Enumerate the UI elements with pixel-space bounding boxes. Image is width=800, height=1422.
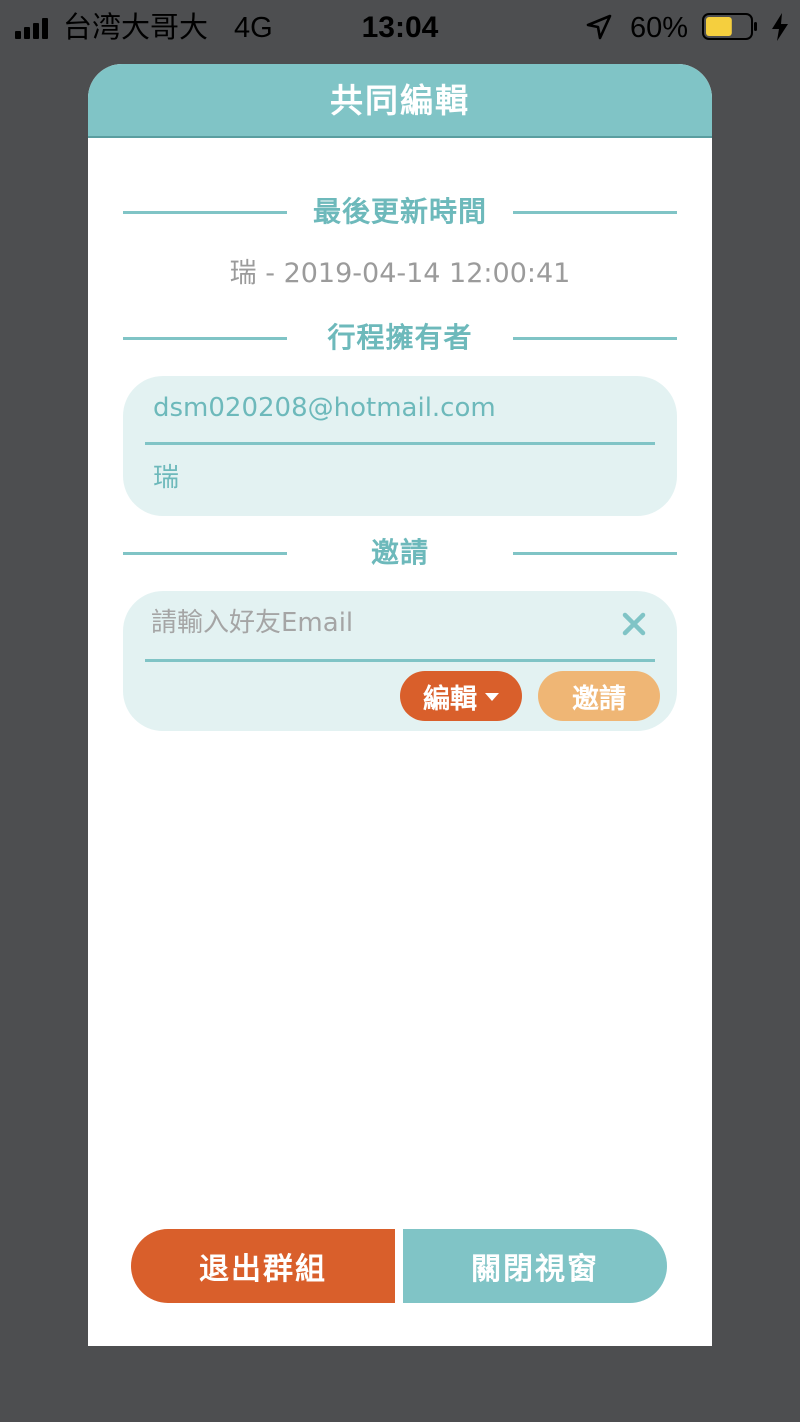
last-update-heading: 最後更新時間 [123, 190, 677, 234]
charging-bolt-icon [772, 13, 788, 41]
dialog-title: 共同編輯 [88, 64, 712, 138]
heading-divider [513, 211, 677, 214]
battery-icon [702, 13, 757, 40]
close-window-button[interactable]: 關閉視窗 [403, 1229, 667, 1303]
input-divider [145, 659, 655, 662]
heading-divider [513, 552, 677, 555]
last-update-info: 瑞 - 2019-04-14 12:00:41 [229, 258, 571, 289]
owner-divider [145, 442, 655, 445]
share-edit-dialog: 共同編輯 最後更新時間 瑞 - 2019-04-14 12:00:41 行程擁有… [88, 64, 712, 1346]
invite-card: 編輯 邀請 [123, 591, 677, 731]
permission-dropdown-button[interactable]: 編輯 [400, 671, 522, 721]
owner-name: 瑞 [153, 463, 180, 493]
friend-email-input[interactable] [151, 601, 591, 645]
invite-button[interactable]: 邀請 [538, 671, 660, 721]
status-bar: 台湾大哥大 4G 13:04 60% [0, 0, 800, 56]
owner-email: dsm020208@hotmail.com [153, 393, 496, 423]
heading-divider [513, 337, 677, 340]
location-arrow-icon [586, 14, 612, 40]
owner-heading: 行程擁有者 [123, 316, 677, 360]
invite-heading: 邀請 [123, 531, 677, 575]
clear-icon[interactable] [619, 609, 649, 639]
owner-card: dsm020208@hotmail.com 瑞 [123, 376, 677, 516]
caret-down-icon [485, 693, 499, 701]
leave-group-button[interactable]: 退出群組 [131, 1229, 395, 1303]
permission-label: 編輯 [423, 683, 477, 715]
battery-percent: 60% [630, 12, 689, 44]
